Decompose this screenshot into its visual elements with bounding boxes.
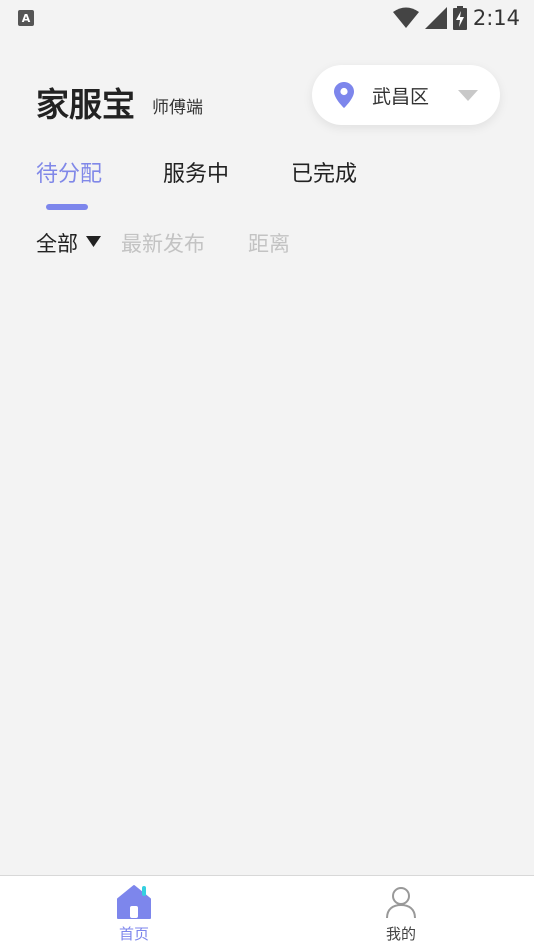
- filter-all[interactable]: 全部: [36, 228, 78, 258]
- filter-bar: 全部 最新发布 距离: [0, 228, 534, 258]
- location-district: 武昌区: [372, 85, 430, 108]
- nav-mine-label: 我的: [385, 925, 416, 943]
- home-icon: [117, 885, 151, 919]
- tab-in-service[interactable]: 服务中: [163, 156, 229, 188]
- nav-mine[interactable]: 我的: [341, 876, 461, 950]
- app-title: 家服宝: [36, 85, 135, 124]
- nav-home-label: 首页: [118, 925, 149, 943]
- filter-latest[interactable]: 最新发布: [121, 228, 205, 258]
- nav-home[interactable]: 首页: [74, 876, 194, 950]
- notification-icon: A: [18, 10, 34, 26]
- order-list: [0, 270, 534, 875]
- wifi-icon: [392, 7, 419, 28]
- status-bar: A 2:14: [0, 0, 534, 36]
- app-subtitle: 师傅端: [152, 98, 203, 118]
- status-left: A: [18, 10, 34, 26]
- tab-completed[interactable]: 已完成: [291, 156, 357, 188]
- signal-icon: [424, 7, 447, 29]
- caret-down-icon: [458, 90, 478, 101]
- tab-pending[interactable]: 待分配: [36, 156, 102, 188]
- status-right: 2:14: [392, 6, 520, 30]
- filter-distance[interactable]: 距离: [248, 228, 290, 258]
- user-icon: [386, 887, 416, 919]
- location-selector[interactable]: 武昌区: [312, 65, 500, 125]
- status-time: 2:14: [472, 6, 520, 30]
- bottom-nav: 首页 我的: [0, 875, 534, 950]
- tab-indicator: [46, 204, 88, 210]
- battery-charging-icon: [452, 6, 467, 30]
- order-tabs: 待分配 服务中 已完成: [0, 156, 534, 216]
- filter-caret-down-icon[interactable]: [86, 236, 101, 247]
- header: 家服宝 师傅端 武昌区: [0, 62, 534, 132]
- location-pin-icon: [334, 82, 354, 108]
